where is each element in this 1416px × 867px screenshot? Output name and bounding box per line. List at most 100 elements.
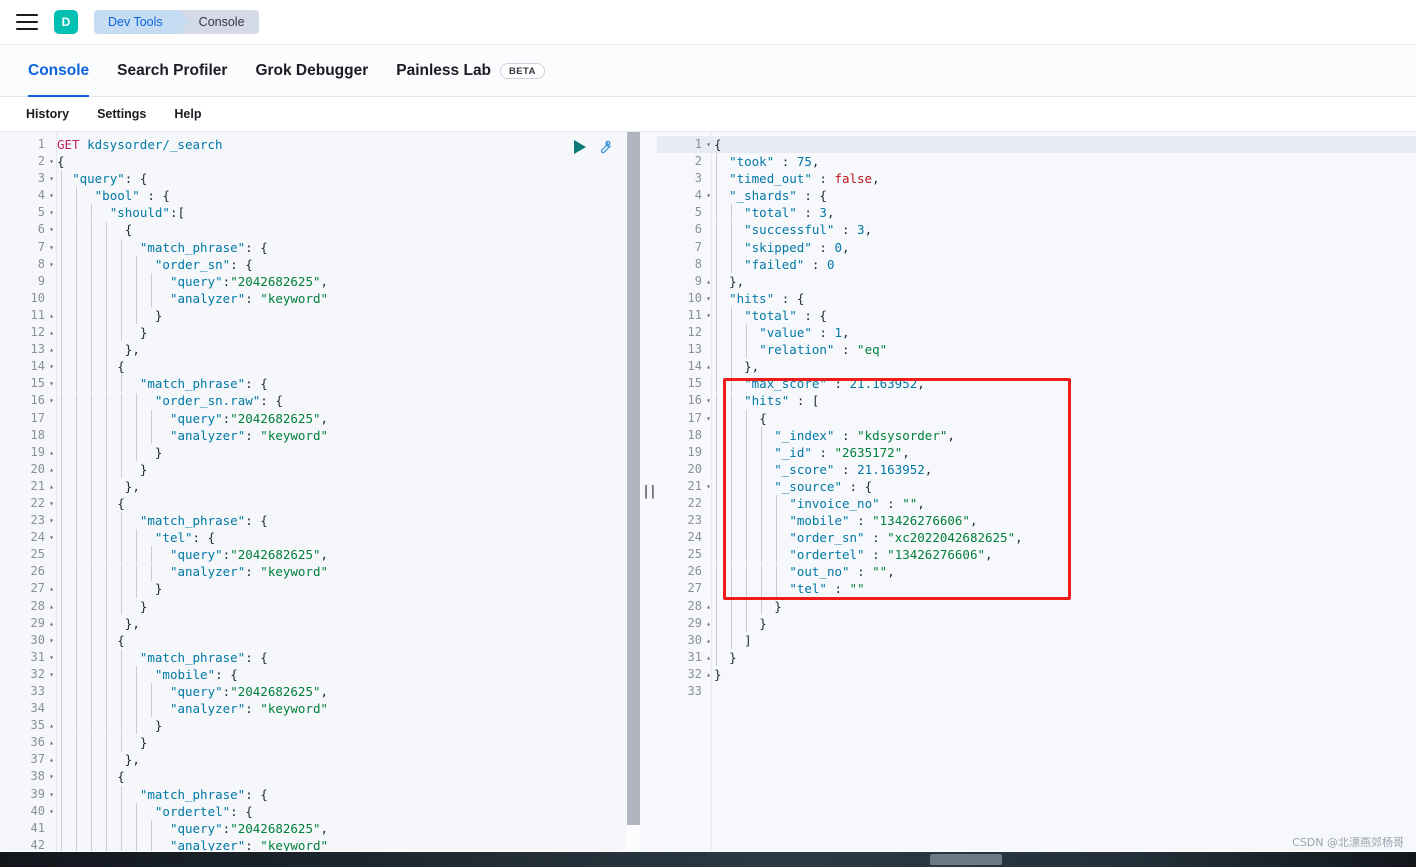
code-line[interactable]: 17 ▾ { [657, 410, 1416, 427]
fold-toggle-icon[interactable]: ▴ [46, 324, 57, 341]
tab-grok-debugger[interactable]: Grok Debugger [241, 45, 382, 97]
code-line[interactable]: 13 ▴ }, [0, 341, 641, 358]
fold-toggle-icon[interactable]: ▴ [703, 358, 714, 375]
code-line[interactable]: 42 "analyzer": "keyword" [0, 837, 641, 851]
code-line[interactable]: 31 ▾ "match_phrase": { [0, 649, 641, 666]
code-line[interactable]: 12 "value" : 1, [657, 324, 1416, 341]
code-line[interactable]: 22 ▾ { [0, 495, 641, 512]
code-line[interactable]: 14 ▾ { [0, 358, 641, 375]
fold-toggle-icon[interactable]: ▾ [46, 358, 57, 375]
code-line[interactable]: 30 ▴ ] [657, 632, 1416, 649]
code-line[interactable]: 33 "query":"2042682625", [0, 683, 641, 700]
code-line[interactable]: 32 ▾ "mobile": { [0, 666, 641, 683]
code-line[interactable]: 31 ▴ } [657, 649, 1416, 666]
code-line[interactable]: 3 ▾ "query": { [0, 170, 641, 187]
fold-toggle-icon[interactable]: ▴ [46, 478, 57, 495]
code-line[interactable]: 15 "max_score" : 21.163952, [657, 375, 1416, 392]
fold-toggle-icon[interactable]: ▴ [703, 666, 714, 683]
code-line[interactable]: 2 ▾{ [0, 153, 641, 170]
code-line[interactable]: 41 "query":"2042682625", [0, 820, 641, 837]
fold-toggle-icon[interactable]: ▴ [46, 461, 57, 478]
code-line[interactable]: 18 "_index" : "kdsysorder", [657, 427, 1416, 444]
code-line[interactable]: 9 "query":"2042682625", [0, 273, 641, 290]
code-line[interactable]: 24 "order_sn" : "xc2022042682625", [657, 529, 1416, 546]
pane-resize-handle[interactable]: || [641, 132, 657, 851]
code-line[interactable]: 20 "_score" : 21.163952, [657, 461, 1416, 478]
fold-toggle-icon[interactable]: ▾ [46, 153, 57, 170]
settings-button[interactable]: Settings [83, 107, 160, 121]
code-line[interactable]: 30 ▾ { [0, 632, 641, 649]
code-line[interactable]: 39 ▾ "match_phrase": { [0, 786, 641, 803]
code-line[interactable]: 11 ▴ } [0, 307, 641, 324]
request-editor-pane[interactable]: 1 GET kdsysorder/_search 2 ▾{3 ▾ "query": { 4… [0, 132, 641, 851]
help-button[interactable]: Help [160, 107, 215, 121]
os-scrollbar-thumb[interactable] [930, 854, 1002, 865]
breadcrumb-item-console[interactable]: Console [178, 10, 259, 34]
fold-toggle-icon[interactable]: ▴ [46, 444, 57, 461]
code-line[interactable]: 7 ▾ "match_phrase": { [0, 239, 641, 256]
fold-toggle-icon[interactable]: ▾ [46, 768, 57, 785]
tab-painless-lab[interactable]: Painless Lab BETA [382, 45, 559, 97]
fold-toggle-icon[interactable]: ▴ [703, 632, 714, 649]
code-line[interactable]: 10 "analyzer": "keyword" [0, 290, 641, 307]
fold-toggle-icon[interactable]: ▾ [46, 632, 57, 649]
code-line[interactable]: 26 "analyzer": "keyword" [0, 563, 641, 580]
code-line[interactable]: 19 "_id" : "2635172", [657, 444, 1416, 461]
fold-toggle-icon[interactable]: ▾ [46, 187, 57, 204]
play-icon[interactable] [574, 139, 586, 154]
code-line[interactable]: 27 ▴ } [0, 580, 641, 597]
response-pane[interactable]: 1 ▾{2 "took" : 75, 3 "timed_out" : false, 4… [657, 132, 1416, 851]
fold-toggle-icon[interactable]: ▴ [46, 717, 57, 734]
code-line[interactable]: 25 "query":"2042682625", [0, 546, 641, 563]
fold-toggle-icon[interactable]: ▾ [703, 307, 714, 324]
fold-toggle-icon[interactable]: ▾ [46, 392, 57, 409]
code-line[interactable]: 28 ▴ } [0, 598, 641, 615]
code-line[interactable]: 36 ▴ } [0, 734, 641, 751]
fold-toggle-icon[interactable]: ▾ [46, 666, 57, 683]
code-line[interactable]: 12 ▴ } [0, 324, 641, 341]
code-line[interactable]: 26 "out_no" : "", [657, 563, 1416, 580]
code-line[interactable]: 22 "invoice_no" : "", [657, 495, 1416, 512]
fold-toggle-icon[interactable]: ▴ [703, 273, 714, 290]
code-line[interactable]: 1 GET kdsysorder/_search [0, 136, 641, 153]
request-code[interactable]: 1 GET kdsysorder/_search 2 ▾{3 ▾ "query": { 4… [0, 132, 641, 851]
code-line[interactable]: 16 ▾ "hits" : [ [657, 392, 1416, 409]
code-line[interactable]: 33 [657, 683, 1416, 700]
code-line[interactable]: 8 ▾ "order_sn": { [0, 256, 641, 273]
response-code[interactable]: 1 ▾{2 "took" : 75, 3 "timed_out" : false, 4… [657, 132, 1416, 700]
code-line[interactable]: 23 "mobile" : "13426276606", [657, 512, 1416, 529]
breadcrumb-item-dev-tools[interactable]: Dev Tools [94, 10, 189, 34]
code-line[interactable]: 18 "analyzer": "keyword" [0, 427, 641, 444]
fold-toggle-icon[interactable]: ▾ [703, 290, 714, 307]
fold-toggle-icon[interactable]: ▴ [703, 598, 714, 615]
code-line[interactable]: 4 ▾ "_shards" : { [657, 187, 1416, 204]
os-scrollbar[interactable] [0, 852, 1416, 867]
fold-toggle-icon[interactable]: ▴ [46, 751, 57, 768]
request-scrollbar-thumb[interactable] [627, 132, 640, 825]
fold-toggle-icon[interactable]: ▾ [703, 187, 714, 204]
code-line[interactable]: 35 ▴ } [0, 717, 641, 734]
code-line[interactable]: 3 "timed_out" : false, [657, 170, 1416, 187]
fold-toggle-icon[interactable]: ▾ [46, 495, 57, 512]
code-line[interactable]: 25 "ordertel" : "13426276606", [657, 546, 1416, 563]
code-line[interactable]: 24 ▾ "tel": { [0, 529, 641, 546]
code-line[interactable]: 5 ▾ "should":[ [0, 204, 641, 221]
fold-toggle-icon[interactable]: ▴ [46, 598, 57, 615]
fold-toggle-icon[interactable]: ▴ [46, 307, 57, 324]
code-line[interactable]: 40 ▾ "ordertel": { [0, 803, 641, 820]
hamburger-icon[interactable] [16, 14, 38, 30]
code-line[interactable]: 16 ▾ "order_sn.raw": { [0, 392, 641, 409]
request-scrollbar-track[interactable] [626, 132, 641, 851]
fold-toggle-icon[interactable]: ▾ [703, 410, 714, 427]
code-line[interactable]: 28 ▴ } [657, 598, 1416, 615]
fold-toggle-icon[interactable]: ▴ [46, 734, 57, 751]
fold-toggle-icon[interactable]: ▾ [46, 529, 57, 546]
code-line[interactable]: 34 "analyzer": "keyword" [0, 700, 641, 717]
code-line[interactable]: 13 "relation" : "eq" [657, 341, 1416, 358]
code-line[interactable]: 19 ▴ } [0, 444, 641, 461]
fold-toggle-icon[interactable]: ▴ [703, 649, 714, 666]
fold-toggle-icon[interactable]: ▾ [46, 239, 57, 256]
code-line[interactable]: 20 ▴ } [0, 461, 641, 478]
code-line[interactable]: 5 "total" : 3, [657, 204, 1416, 221]
wrench-icon[interactable] [596, 138, 613, 155]
